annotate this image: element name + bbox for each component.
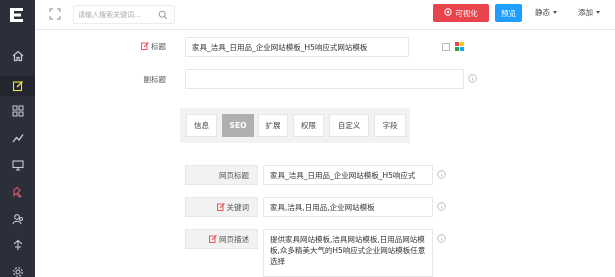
info-icon[interactable] (437, 202, 446, 211)
search-icon[interactable] (158, 10, 168, 20)
visual-edit-label: 可视化 (455, 8, 478, 18)
chevron-down-icon (553, 11, 557, 14)
tab-info[interactable]: 信息 (186, 114, 217, 137)
checkbox[interactable] (442, 43, 450, 51)
preview-button[interactable]: 预览 (495, 4, 522, 22)
tab-seo[interactable]: SEO (222, 114, 254, 137)
search-input[interactable] (78, 9, 158, 21)
required-edit-icon (216, 203, 225, 211)
keywords-label: 关键词 (185, 197, 258, 217)
puzzle-icon[interactable] (8, 182, 28, 202)
chevron-down-icon (596, 11, 600, 14)
top-bar: 可视化 预览 静态 添加 (35, 0, 615, 30)
static-menu-label: 静态 (535, 8, 550, 17)
title-label: 标题 (120, 41, 166, 52)
info-icon[interactable] (437, 170, 446, 179)
edit-icon[interactable] (0, 76, 35, 96)
monitor-icon[interactable] (8, 155, 28, 175)
sidebar (0, 0, 35, 277)
required-edit-icon (141, 42, 149, 50)
share-icon[interactable] (8, 235, 28, 255)
title-input[interactable]: 家具_洁具_日用品_企业网站模板_H5响应式网站模板 (185, 37, 409, 57)
tab-custom[interactable]: 自定义 (329, 114, 369, 137)
description-label: 网页描述 (185, 229, 258, 249)
title-label-text: 标题 (151, 42, 166, 51)
chart-icon[interactable] (8, 128, 28, 148)
info-icon[interactable] (468, 74, 477, 83)
description-textarea[interactable]: 提供家具网站模板,洁具网站模板,日用品网站模板,众多精美大气的H5响应式企业网站… (263, 229, 433, 277)
expand-icon[interactable] (49, 8, 61, 20)
users-icon[interactable] (8, 209, 28, 229)
visual-edit-button[interactable]: 可视化 (433, 4, 489, 22)
logo-icon[interactable] (6, 4, 28, 26)
required-edit-icon (209, 235, 217, 243)
search-box (73, 5, 175, 24)
page-title-input[interactable]: 家具_洁具_日用品_企业网站模板_H5响应式 (263, 165, 433, 185)
gear-icon[interactable] (8, 262, 28, 277)
tab-fields[interactable]: 字段 (374, 114, 406, 137)
keywords-label-text: 关键词 (226, 202, 250, 212)
color-picker-icon[interactable] (455, 42, 464, 51)
home-icon[interactable] (8, 46, 28, 66)
page-title-label: 网页标题 (185, 165, 258, 185)
subtitle-label: 副标题 (143, 75, 167, 84)
add-menu[interactable]: 添加 (578, 7, 600, 18)
tab-extend[interactable]: 扩展 (258, 114, 288, 137)
eye-icon (444, 8, 452, 18)
info-icon[interactable] (437, 234, 446, 243)
keywords-input[interactable]: 家具,洁具,日用品,企业网站模板 (263, 197, 433, 217)
subtitle-input[interactable] (185, 69, 464, 89)
tab-permission[interactable]: 权限 (293, 114, 324, 137)
grid-icon[interactable] (8, 101, 28, 121)
add-menu-label: 添加 (578, 8, 593, 17)
description-label-text: 网页描述 (219, 234, 249, 244)
static-menu[interactable]: 静态 (535, 7, 557, 18)
